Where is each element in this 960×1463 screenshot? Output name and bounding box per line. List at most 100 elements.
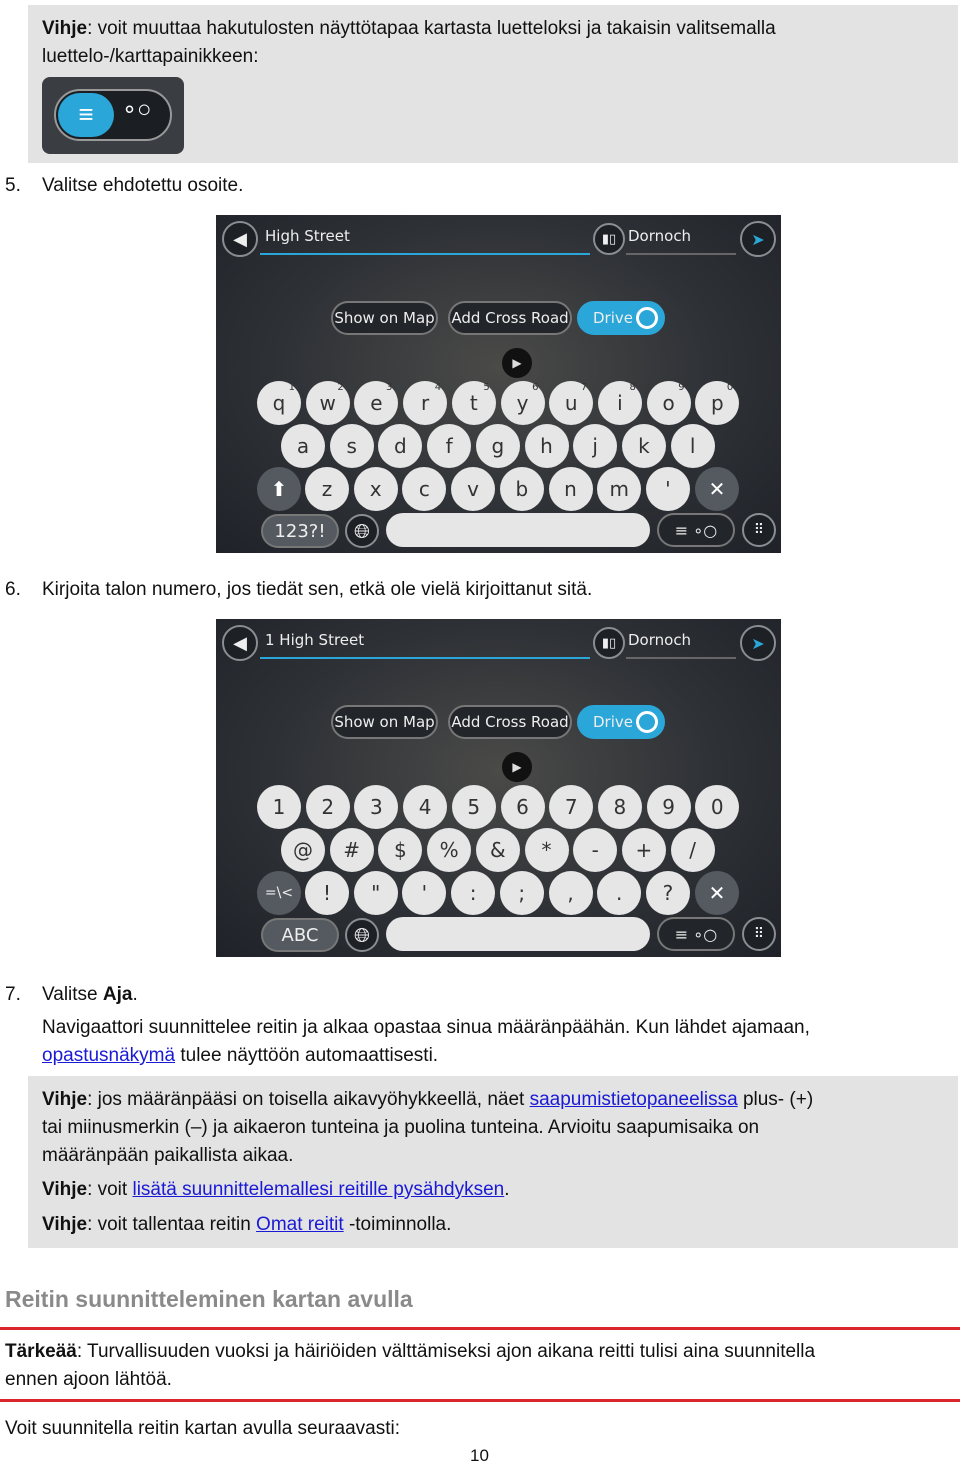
key-@[interactable]: @ (281, 828, 325, 872)
key-g[interactable]: g (475, 424, 520, 468)
key-%[interactable]: % (427, 828, 472, 872)
key-9[interactable]: 9 (646, 785, 691, 829)
key-j[interactable]: j (573, 424, 618, 468)
my-routes-link[interactable]: Omat reitit (256, 1214, 344, 1235)
city-field[interactable]: Dornoch (628, 227, 691, 245)
show-on-map-button[interactable]: Show on Map (331, 301, 438, 335)
keyboard-hide-icon[interactable]: ⠿ (742, 513, 776, 547)
arrival-panel-link[interactable]: saapumistietopaneelissa (530, 1089, 738, 1110)
language-globe-icon[interactable]: 🌐︎ (345, 918, 379, 952)
key-z[interactable]: z (305, 467, 349, 511)
city-icon[interactable]: ▮▯ (593, 627, 625, 659)
key-5[interactable]: 5 (451, 785, 496, 829)
tip-text: määränpään paikallista aikaa. (42, 1145, 294, 1166)
key-a[interactable]: a (281, 424, 325, 468)
key-2[interactable]: 2 (305, 785, 350, 829)
list-map-toggle-button[interactable]: ≡ ∘○ (657, 917, 735, 951)
key-3[interactable]: 3 (354, 785, 399, 829)
key-m[interactable]: m (597, 467, 642, 511)
step-description-2: tulee näyttöön automaattisesti. (175, 1045, 439, 1066)
key-w[interactable]: w2 (305, 381, 350, 425)
list-map-toggle-button[interactable]: ≡ ∘○ (657, 513, 735, 547)
key-0[interactable]: 0 (695, 785, 740, 829)
key-*[interactable]: * (524, 828, 569, 872)
key-e[interactable]: e3 (354, 381, 399, 425)
key-h[interactable]: h (524, 424, 569, 468)
key-c[interactable]: c (402, 467, 447, 511)
divider (0, 1327, 960, 1330)
key-n[interactable]: n (548, 467, 593, 511)
key-t[interactable]: t5 (451, 381, 496, 425)
key-7[interactable]: 7 (549, 785, 594, 829)
backspace-key[interactable]: ✕ (695, 467, 739, 511)
key-![interactable]: ! (305, 871, 349, 915)
tip-text: tai miinusmerkin (–) ja aikaeron tuntein… (42, 1117, 760, 1138)
key-'[interactable]: ' (645, 467, 690, 511)
symbols-toggle-key[interactable]: =\< (257, 871, 301, 915)
key-o[interactable]: o9 (646, 381, 691, 425)
key-4[interactable]: 4 (403, 785, 448, 829)
key-&[interactable]: & (475, 828, 520, 872)
key-f[interactable]: f (427, 424, 472, 468)
destination-pin-icon: ▶ (502, 752, 532, 782)
key-?[interactable]: ? (645, 871, 690, 915)
key-x[interactable]: x (353, 467, 398, 511)
city-field[interactable]: Dornoch (628, 631, 691, 649)
search-underline (260, 657, 590, 659)
divider (0, 1399, 960, 1402)
key-"[interactable]: " (353, 871, 398, 915)
city-icon[interactable]: ▮▯ (593, 223, 625, 255)
add-cross-road-button[interactable]: Add Cross Road (448, 705, 572, 739)
guidance-view-link[interactable]: opastusnäkymä (42, 1045, 175, 1066)
key-/[interactable]: / (670, 828, 715, 872)
key-q[interactable]: q1 (257, 381, 301, 425)
address-search-screenshot: ◀ High Street ▮▯ Dornoch ➤ Show on Map Add Cro… (216, 215, 781, 553)
key-8[interactable]: 8 (597, 785, 642, 829)
key-:[interactable]: : (451, 871, 496, 915)
key-l[interactable]: l (670, 424, 715, 468)
key-+[interactable]: + (621, 828, 666, 872)
important-note: Tärkeää: Turvallisuuden vuoksi ja häiriö… (5, 1341, 816, 1362)
house-number-screenshot: ◀ 1 High Street ▮▯ Dornoch ➤ Show on Map Add C… (216, 619, 781, 957)
step-text: Kirjoita talon numero, jos tiedät sen, e… (42, 579, 593, 600)
key-u[interactable]: u7 (549, 381, 594, 425)
key-'[interactable]: ' (402, 871, 447, 915)
key-$[interactable]: $ (378, 828, 423, 872)
keyboard-mode-key[interactable]: 123?! (261, 514, 339, 548)
key-v[interactable]: v (451, 467, 496, 511)
key-y[interactable]: y6 (500, 381, 545, 425)
back-button-icon[interactable]: ◀ (222, 625, 258, 661)
backspace-key[interactable]: ✕ (695, 871, 739, 915)
shift-key[interactable]: ⬆ (257, 467, 301, 511)
current-location-icon[interactable]: ➤ (740, 221, 776, 257)
key-p[interactable]: p0 (695, 381, 740, 425)
key-i[interactable]: i8 (597, 381, 642, 425)
key-.[interactable]: . (597, 871, 642, 915)
step-number: 5. (5, 175, 21, 196)
key-d[interactable]: d (378, 424, 423, 468)
key-k[interactable]: k (621, 424, 666, 468)
space-bar[interactable] (386, 917, 650, 951)
key-,[interactable]: , (548, 871, 593, 915)
add-stop-link[interactable]: lisätä suunnittelemallesi reitille pysäh… (132, 1179, 504, 1200)
key-r[interactable]: r4 (403, 381, 448, 425)
search-input[interactable]: 1 High Street (265, 631, 364, 649)
key-6[interactable]: 6 (500, 785, 545, 829)
tip-text-2: luettelo-/karttapainikkeen: (42, 46, 259, 67)
key-b[interactable]: b (499, 467, 544, 511)
key-s[interactable]: s (329, 424, 374, 468)
keyboard-hide-icon[interactable]: ⠿ (742, 917, 776, 951)
key-1[interactable]: 1 (257, 785, 301, 829)
key--[interactable]: - (573, 828, 618, 872)
key-;[interactable]: ; (499, 871, 544, 915)
search-input[interactable]: High Street (265, 227, 350, 245)
current-location-icon[interactable]: ➤ (740, 625, 776, 661)
back-button-icon[interactable]: ◀ (222, 221, 258, 257)
add-cross-road-button[interactable]: Add Cross Road (448, 301, 572, 335)
keyboard-mode-key[interactable]: ABC (261, 918, 339, 952)
tip-label: Vihje (42, 18, 88, 39)
show-on-map-button[interactable]: Show on Map (331, 705, 438, 739)
key-#[interactable]: # (329, 828, 374, 872)
space-bar[interactable] (386, 513, 650, 547)
language-globe-icon[interactable]: 🌐︎ (345, 514, 379, 548)
